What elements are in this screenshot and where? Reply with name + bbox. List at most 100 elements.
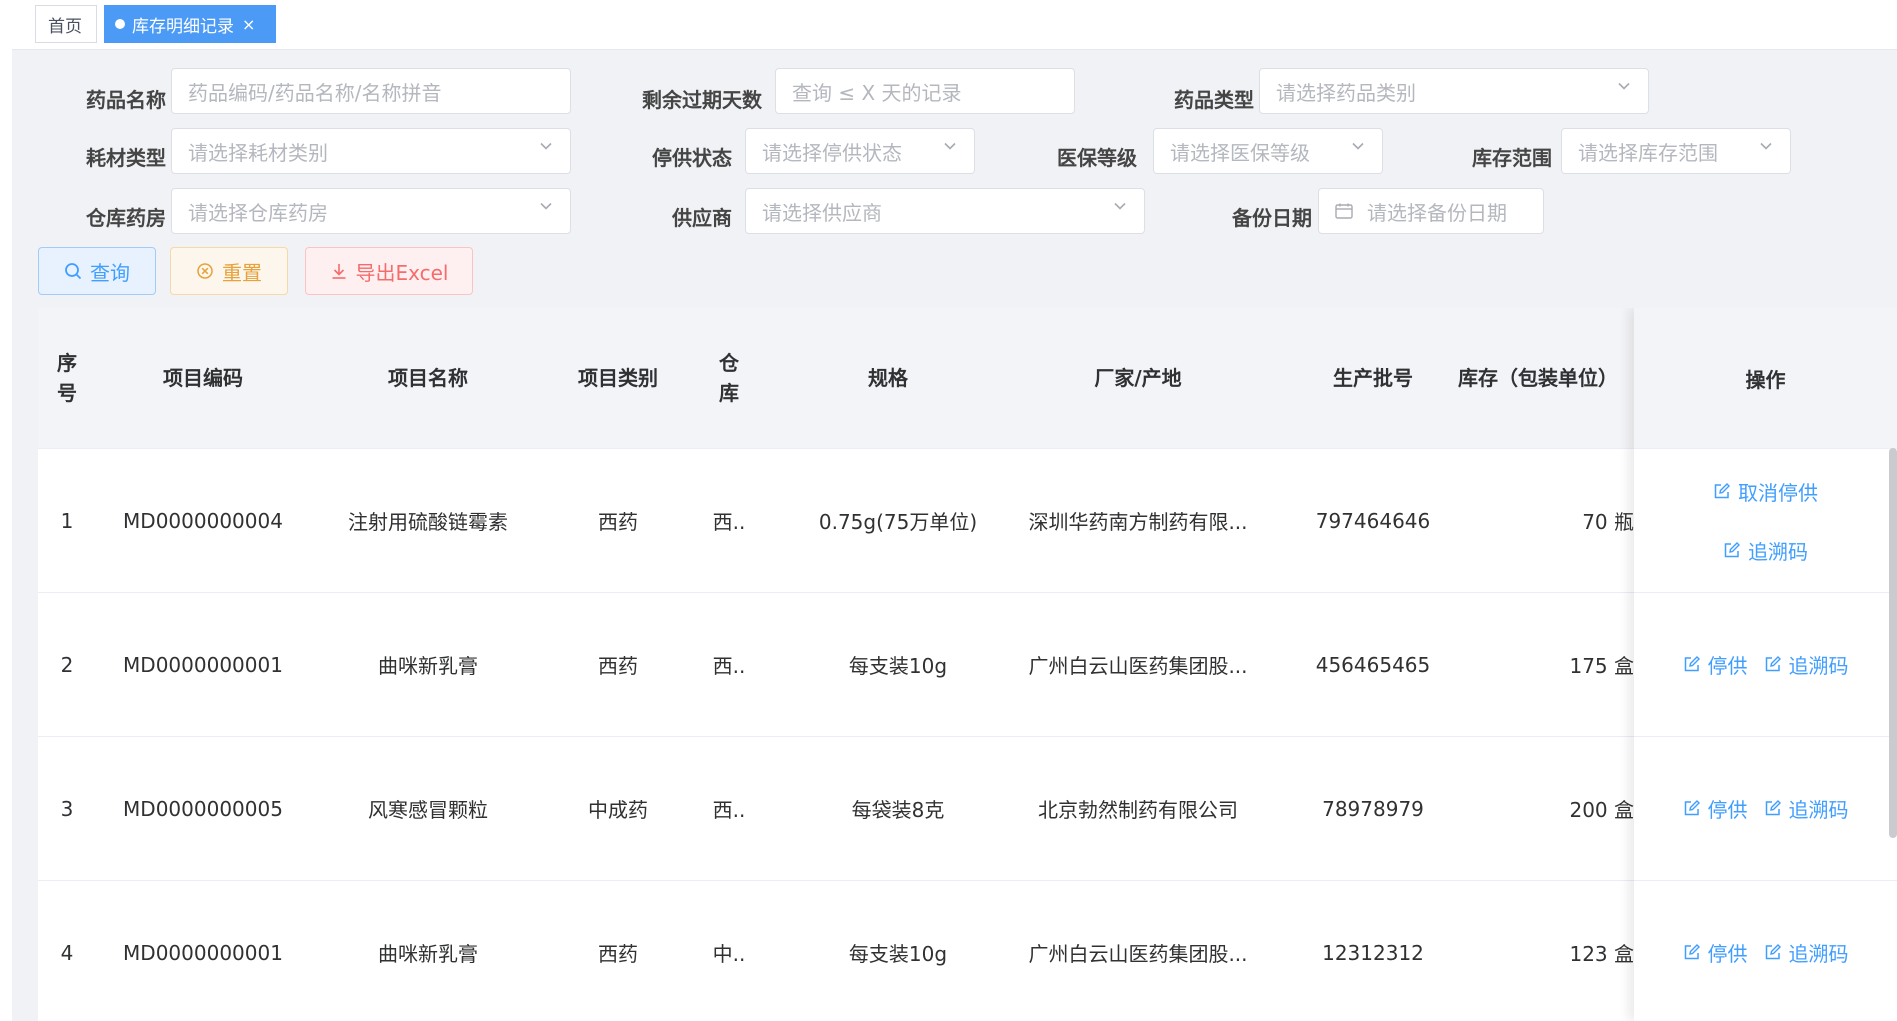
chevron-down-icon xyxy=(1352,142,1364,150)
col-spec: 规格 xyxy=(868,366,908,390)
cancel-stop-supply-link[interactable]: 取消停供 xyxy=(1713,477,1818,506)
insurance-level-placeholder: 请选择医保等级 xyxy=(1170,140,1310,165)
trace-code-link[interactable]: 追溯码 xyxy=(1764,938,1849,967)
stop-supply-link[interactable]: 停供 xyxy=(1683,938,1748,967)
cell-stock: 70 瓶 xyxy=(1582,510,1634,534)
cell-category: 西药 xyxy=(598,942,638,966)
cell-warehouse: 西.. xyxy=(712,510,746,534)
search-button-label: 查询 xyxy=(90,260,130,285)
cell-stock: 175 盒 xyxy=(1569,654,1634,678)
ops-cell: 停供 追溯码 xyxy=(1634,593,1897,737)
stock-range-placeholder: 请选择库存范围 xyxy=(1578,140,1718,165)
cell-maker: 广州白云山医药集团股... xyxy=(1028,654,1248,678)
cell-code: MD0000000001 xyxy=(123,940,283,965)
chevron-down-icon xyxy=(540,202,552,210)
expire-days-input[interactable]: 查询 ≤ X 天的记录 xyxy=(775,68,1075,114)
backup-date-label: 备份日期 xyxy=(1232,206,1312,230)
trace-code-link[interactable]: 追溯码 xyxy=(1764,794,1849,823)
tags-bar: 首页 库存明细记录 × xyxy=(12,0,1897,50)
insurance-level-select[interactable]: 请选择医保等级 xyxy=(1153,128,1383,174)
chevron-down-icon xyxy=(540,142,552,150)
reset-button-label: 重置 xyxy=(222,260,262,285)
col-ops: 操作 xyxy=(1634,308,1897,449)
cell-code: MD0000000005 xyxy=(123,796,283,821)
drug-name-placeholder: 药品编码/药品名称/名称拼音 xyxy=(188,80,442,105)
cell-seq: 3 xyxy=(60,796,74,821)
vertical-scrollbar[interactable] xyxy=(1889,448,1897,838)
material-type-placeholder: 请选择耗材类别 xyxy=(188,140,328,165)
cell-code: MD0000000004 xyxy=(123,508,283,533)
cell-spec: 每支装10g xyxy=(848,942,948,966)
col-stock: 库存（包装单位） xyxy=(1458,366,1618,390)
tag-active-dot xyxy=(115,19,125,29)
table-row[interactable]: 2 MD0000000001 曲咪新乳膏 西药 西.. 每支装10g 广州白云山… xyxy=(38,593,1897,737)
cell-name: 曲咪新乳膏 xyxy=(378,654,478,678)
cell-stock: 200 盒 xyxy=(1569,798,1634,822)
cell-warehouse: 西.. xyxy=(712,798,746,822)
supplier-placeholder: 请选择供应商 xyxy=(762,200,882,225)
stop-status-label: 停供状态 xyxy=(652,146,732,170)
reset-button[interactable]: 重置 xyxy=(170,247,288,295)
cell-maker: 广州白云山医药集团股... xyxy=(1028,942,1248,966)
op1-label: 停供 xyxy=(1707,798,1748,822)
export-button-label: 导出Excel xyxy=(355,260,449,285)
material-type-label: 耗材类型 xyxy=(86,146,166,170)
op2-label: 追溯码 xyxy=(1788,942,1849,966)
chevron-down-icon xyxy=(944,142,956,150)
cell-batch: 78978979 xyxy=(1322,796,1424,821)
drug-name-input[interactable]: 药品编码/药品名称/名称拼音 xyxy=(171,68,571,114)
cell-spec: 0.75g(75万单位) xyxy=(818,510,978,534)
edit-icon xyxy=(1684,944,1700,960)
stock-range-select[interactable]: 请选择库存范围 xyxy=(1561,128,1791,174)
tag-home[interactable]: 首页 xyxy=(35,5,97,43)
cell-warehouse: 中.. xyxy=(712,942,746,966)
cell-name: 风寒感冒颗粒 xyxy=(368,798,488,822)
download-icon xyxy=(332,264,345,279)
search-button[interactable]: 查询 xyxy=(38,247,156,295)
cell-batch: 797464646 xyxy=(1315,508,1431,533)
calendar-icon xyxy=(1335,203,1353,219)
trace-code-link[interactable]: 追溯码 xyxy=(1723,536,1808,565)
warehouse-placeholder: 请选择仓库药房 xyxy=(188,200,328,225)
op1-label: 取消停供 xyxy=(1738,480,1818,505)
close-icon[interactable]: × xyxy=(242,15,255,34)
stop-supply-link[interactable]: 停供 xyxy=(1683,650,1748,679)
ops-cell: 取消停供 追溯码 xyxy=(1634,449,1897,593)
cell-category: 西药 xyxy=(598,510,638,534)
tag-home-label: 首页 xyxy=(48,16,82,37)
op2-label: 追溯码 xyxy=(1748,539,1808,564)
supplier-select[interactable]: 请选择供应商 xyxy=(745,188,1145,234)
col-code: 项目编码 xyxy=(163,366,243,390)
warehouse-label: 仓库药房 xyxy=(86,206,166,230)
tag-inventory-detail[interactable]: 库存明细记录 × xyxy=(104,5,276,43)
ops-cell: 停供 追溯码 xyxy=(1634,881,1897,1021)
table-row[interactable]: 1 MD0000000004 注射用硫酸链霉素 西药 西.. 0.75g(75万… xyxy=(38,449,1897,593)
table-row[interactable]: 4 MD0000000001 曲咪新乳膏 西药 中.. 每支装10g 广州白云山… xyxy=(38,881,1897,1021)
edit-icon xyxy=(1724,541,1740,557)
edit-icon xyxy=(1765,944,1781,960)
ops-cell: 停供 追溯码 xyxy=(1634,737,1897,881)
backup-date-picker[interactable]: 请选择备份日期 xyxy=(1318,188,1544,234)
expire-days-placeholder: 查询 ≤ X 天的记录 xyxy=(792,80,962,105)
export-excel-button[interactable]: 导出Excel xyxy=(305,247,473,295)
backup-date-placeholder: 请选择备份日期 xyxy=(1367,200,1507,225)
cell-seq: 4 xyxy=(60,940,74,965)
reset-icon xyxy=(197,263,213,279)
op2-label: 追溯码 xyxy=(1788,798,1849,822)
cell-name: 注射用硫酸链霉素 xyxy=(348,510,508,534)
warehouse-select[interactable]: 请选择仓库药房 xyxy=(171,188,571,234)
left-strip xyxy=(0,0,12,1021)
stop-status-select[interactable]: 请选择停供状态 xyxy=(745,128,975,174)
material-type-select[interactable]: 请选择耗材类别 xyxy=(171,128,571,174)
col-maker: 厂家/产地 xyxy=(1094,366,1182,390)
chevron-down-icon xyxy=(1114,202,1126,210)
drug-type-select[interactable]: 请选择药品类别 xyxy=(1259,68,1649,114)
op2-label: 追溯码 xyxy=(1788,654,1849,678)
cell-code: MD0000000001 xyxy=(123,652,283,677)
cell-spec: 每袋装8克 xyxy=(851,798,945,822)
col-batch: 生产批号 xyxy=(1333,366,1413,390)
stop-supply-link[interactable]: 停供 xyxy=(1683,794,1748,823)
trace-code-link[interactable]: 追溯码 xyxy=(1764,650,1849,679)
table-row[interactable]: 3 MD0000000005 风寒感冒颗粒 中成药 西.. 每袋装8克 北京勃然… xyxy=(38,737,1897,881)
edit-icon xyxy=(1684,656,1700,672)
